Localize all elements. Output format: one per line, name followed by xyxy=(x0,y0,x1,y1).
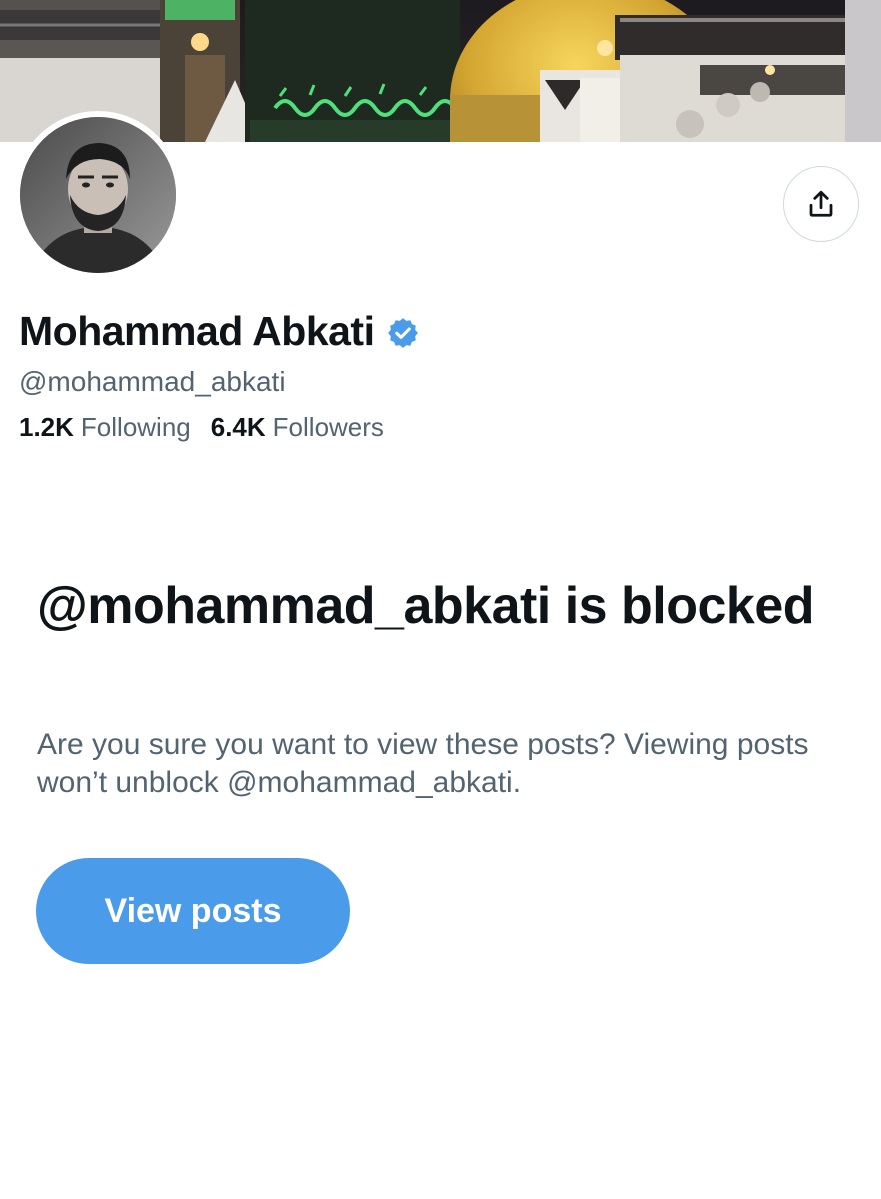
profile-name-row: Mohammad Abkati xyxy=(19,308,420,355)
share-icon xyxy=(809,190,833,217)
profile-handle: @mohammad_abkati xyxy=(19,366,286,397)
blocked-title: @mohammad_abkati is blocked xyxy=(37,577,815,635)
avatar-photo xyxy=(20,117,176,273)
display-name: Mohammad Abkati xyxy=(19,308,375,354)
verified-badge-icon[interactable] xyxy=(386,316,420,350)
followers-link[interactable]: 6.4K Followers xyxy=(211,412,384,443)
followers-count: 6.4K xyxy=(210,412,266,442)
following-link[interactable]: 1.2K Following xyxy=(19,412,191,443)
profile-page: Mohammad Abkati @mohammad_abkati 1.2K Fo… xyxy=(0,0,881,1199)
view-posts-button[interactable]: View posts xyxy=(36,858,350,964)
profile-stats: 1.2K Following 6.4K Followers xyxy=(19,412,384,443)
share-button[interactable] xyxy=(783,166,859,242)
following-count: 1.2K xyxy=(19,412,74,442)
blocked-description: Are you sure you want to view these post… xyxy=(37,728,809,799)
profile-avatar[interactable] xyxy=(14,111,182,279)
following-label: Following xyxy=(80,412,191,442)
followers-label: Followers xyxy=(272,412,384,442)
